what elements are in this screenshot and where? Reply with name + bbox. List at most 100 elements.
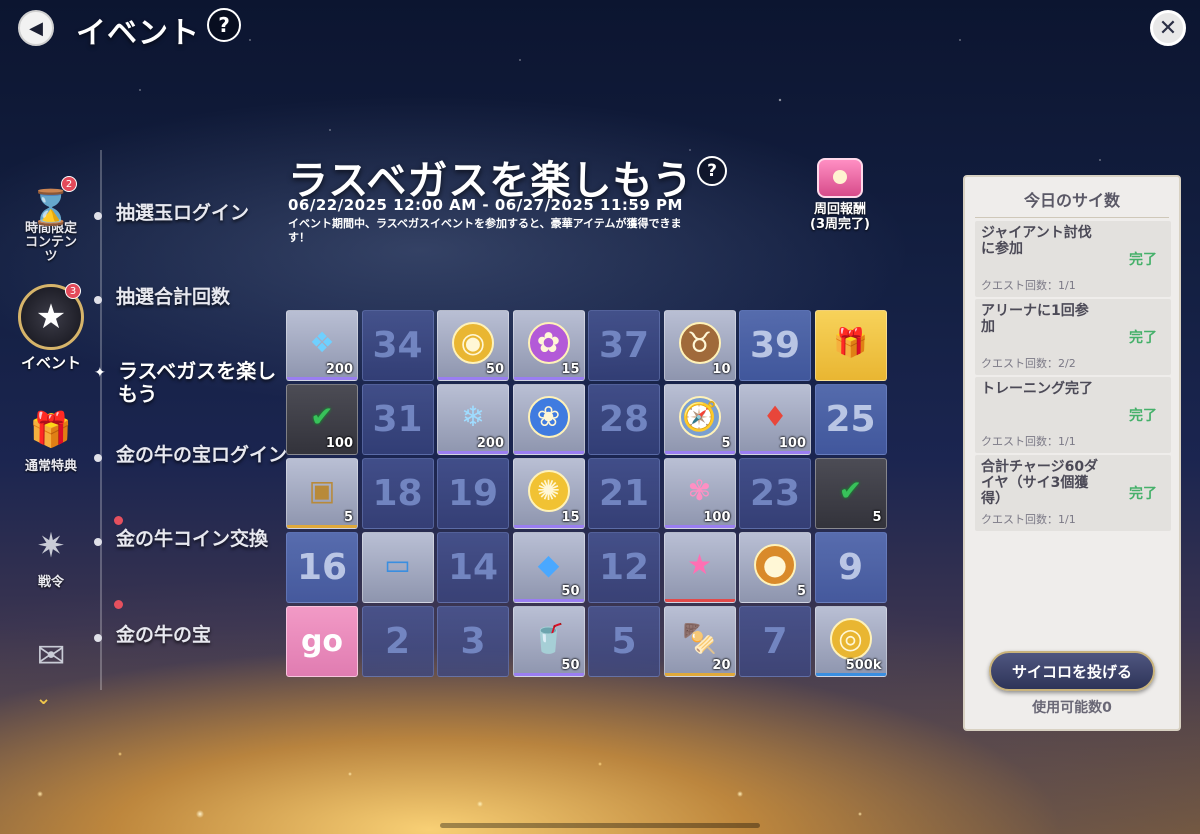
quest-item: アリーナに1回参加 完了 クエスト回数：2/2	[975, 299, 1171, 375]
quest-item: 合計チャージ60ダイヤ（サイ3個獲得） 完了 クエスト回数：1/1	[975, 455, 1171, 531]
cell-number: 28	[598, 399, 650, 440]
menu-item-golden-bull-coin-exchange[interactable]: 金の牛コイン交換	[94, 528, 294, 551]
board-cell-reward: 🥤 50	[512, 606, 585, 677]
rarity-bar	[513, 525, 584, 528]
menu-bullet	[94, 538, 102, 546]
treasure-chest-icon	[817, 158, 863, 198]
rarity-bar	[740, 451, 810, 454]
cell-number: 18	[372, 473, 423, 514]
cell-number: 9	[837, 547, 864, 588]
board-cell-number: 21	[588, 458, 660, 529]
board-cell-reward: ✔ 5	[814, 458, 887, 529]
home-indicator	[440, 823, 760, 828]
menu-label: 金の牛の宝ログイン	[116, 444, 288, 466]
reward-quantity: 15	[561, 362, 580, 377]
board-cell-number: 12	[588, 532, 660, 603]
rarity-bar	[513, 673, 584, 676]
rarity-bar	[664, 525, 735, 528]
lap-reward[interactable]: 周回報酬 (3周完了)	[800, 158, 880, 232]
notification-badge: 2	[61, 176, 77, 192]
menu-label: 金の牛の宝	[116, 624, 212, 646]
rail-label: 通常特典	[24, 459, 77, 474]
close-button[interactable]: ✕	[1150, 10, 1186, 46]
roll-dice-button[interactable]: サイコロを投げる	[989, 651, 1155, 691]
board-cell-number: 16	[286, 532, 358, 603]
board-cell-reward: ● 5	[739, 532, 811, 603]
hourglass-icon: ⌛ 2	[21, 176, 81, 238]
dice-panel-title: 今日のサイ数	[1023, 191, 1120, 210]
board-cell-reward: 🍢 20	[663, 606, 736, 677]
reward-quantity: 100	[325, 436, 353, 451]
board-cell-start: go	[286, 606, 358, 677]
menu-item-ball-login[interactable]: 抽選玉ログイン	[94, 202, 294, 225]
rarity-bar	[664, 451, 735, 454]
quest-name: アリーナに1回参加	[981, 303, 1089, 335]
board-cell-reward: 🧭 5	[663, 384, 736, 455]
quest-status: 完了	[1129, 252, 1157, 268]
check-icon: ✔	[310, 400, 334, 434]
board-cell-number: 37	[588, 310, 660, 381]
reward-quantity: 200	[325, 362, 353, 377]
rail-item-limited-content[interactable]: ⌛ 2 時間限定コンテンツ	[8, 176, 94, 264]
compass-icon: 🧭	[678, 395, 721, 438]
gift-box-icon: 🎁	[833, 326, 868, 360]
reward-quantity: 10	[712, 362, 731, 377]
cell-number: 5	[611, 621, 637, 662]
rail-item-mail[interactable]: ✉	[8, 626, 94, 686]
event-dates: 06/22/2025 12:00 AM - 06/27/2025 11:59 P…	[288, 196, 683, 214]
rarity-bar	[438, 377, 508, 380]
board-cell-number: 34	[361, 310, 434, 381]
rarity-bar	[815, 673, 886, 676]
rail-item-battle-pass[interactable]: ✷ 戦令	[8, 516, 94, 590]
board-cell-number: 14	[437, 532, 509, 603]
menu-item-draw-total[interactable]: 抽選合計回数	[94, 286, 294, 309]
gift-icon: 🎁	[29, 410, 73, 450]
big-gold-coin-icon: ◎	[829, 617, 872, 660]
purple-flower-token-icon: ✿	[527, 321, 570, 364]
rarity-bar	[287, 525, 357, 528]
ticket-icon: ▭	[384, 548, 411, 582]
board-cell-reward: ✾ 100	[663, 458, 736, 529]
rail-label: 戦令	[37, 575, 64, 590]
menu-bullet	[94, 296, 102, 304]
rail-label: イベント	[20, 354, 81, 372]
board-cell-number: 19	[437, 458, 509, 529]
quest-name: トレーニング完了	[981, 381, 1093, 397]
reward-quantity: 20	[712, 658, 731, 673]
rail-item-event[interactable]: ★ 3 イベント	[8, 283, 94, 372]
menu-bullet	[94, 454, 102, 462]
menu-item-golden-bull-login[interactable]: 金の牛の宝ログイン	[94, 444, 294, 467]
dice-board: ❖ 200 34 ◉ 50 ✿ 15 37 ♉ 10 39 🎁 ✔ 100 31 ❄ 200 ❀ 28 🧭 5 ♦ 100 2…	[286, 310, 887, 684]
cell-number: 39	[749, 325, 801, 366]
menu-item-golden-bull-treasure[interactable]: 金の牛の宝	[94, 624, 294, 647]
quest-status: 完了	[1129, 408, 1157, 424]
check-icon: ✔	[838, 474, 863, 508]
close-icon: ✕	[1158, 15, 1178, 41]
menu-label: 抽選玉ログイン	[116, 202, 250, 224]
board-cell-reward: ❖ 200	[286, 310, 358, 381]
quest-item: ジャイアント討伐に参加 完了 クエスト回数：1/1	[975, 221, 1171, 297]
pass-emblem-icon: ✷	[36, 526, 66, 566]
cell-number: 25	[825, 399, 876, 440]
menu-item-las-vegas[interactable]: ✦ ラスベガスを楽しもう	[94, 360, 284, 406]
board-cell-reward: ❀	[512, 384, 585, 455]
rail-item-regular-bonus[interactable]: 🎁 通常特典	[8, 400, 94, 474]
reward-quantity: 5	[721, 436, 731, 451]
reward-quantity: 50	[561, 584, 580, 599]
rarity-bar	[513, 377, 584, 380]
rarity-bar	[513, 451, 584, 454]
cell-number: 21	[598, 473, 650, 514]
board-cell-reward: ▣ 5	[286, 458, 358, 529]
rarity-bar	[287, 377, 357, 380]
quest-count: クエスト回数：2/2	[981, 357, 1076, 370]
chevron-down-icon[interactable]: ⌄	[36, 688, 51, 709]
remaining-dice: 使用可能数0	[1032, 700, 1112, 716]
reward-quantity: 5	[343, 510, 353, 525]
lap-reward-progress: (3周完了)	[810, 217, 870, 232]
page-help-button[interactable]: ?	[207, 8, 241, 42]
reward-quantity: 50	[485, 362, 504, 377]
event-help-button[interactable]: ?	[697, 156, 727, 186]
reward-quantity: 5	[872, 510, 882, 525]
gold-coin-icon: ◉	[452, 321, 494, 364]
back-button[interactable]: ◀	[18, 10, 54, 46]
